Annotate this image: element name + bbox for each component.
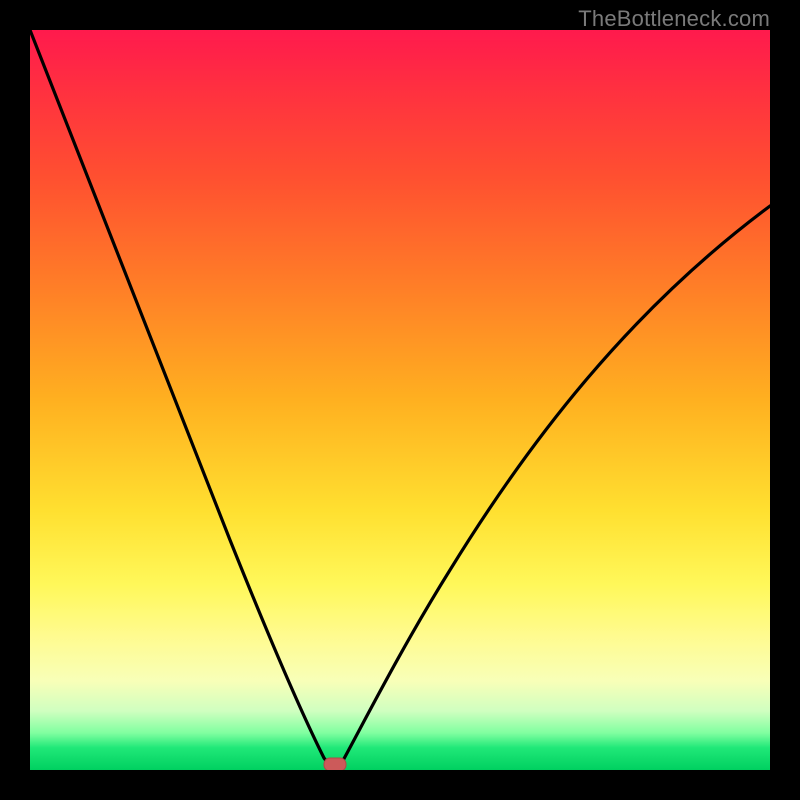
chart-container: TheBottleneck.com bbox=[0, 0, 800, 800]
curve-layer bbox=[30, 30, 770, 770]
bottleneck-curve bbox=[30, 30, 770, 766]
optimal-point-marker bbox=[324, 758, 346, 770]
watermark-text: TheBottleneck.com bbox=[578, 6, 770, 32]
